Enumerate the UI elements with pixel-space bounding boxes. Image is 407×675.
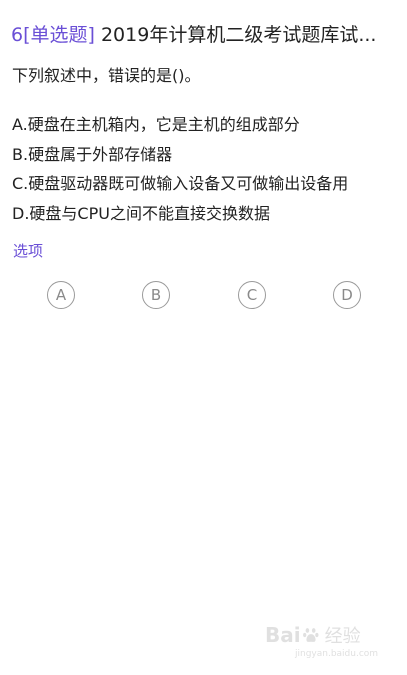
answer-button-d[interactable]: D bbox=[333, 281, 361, 309]
answer-button-c[interactable]: C bbox=[238, 281, 266, 309]
option-text-d: D.硬盘与CPU之间不能直接交换数据 bbox=[12, 203, 270, 223]
baidu-jingyan-watermark: Bai 经验 jingyan.baidu.com bbox=[265, 620, 400, 666]
question-header: 6[单选题] 2019年计算机二级考试题库试... bbox=[11, 22, 399, 48]
answer-section-label: 选项 bbox=[13, 242, 44, 260]
baidu-paw-icon bbox=[302, 628, 319, 642]
question-title: 2019年计算机二级考试题库试... bbox=[100, 24, 377, 46]
option-text-c: C.硬盘驱动器既可做输入设备又可做输出设备用 bbox=[12, 174, 349, 193]
answer-choices: A B C D bbox=[0, 281, 407, 311]
option-text-b: B.硬盘属于外部存储器 bbox=[12, 144, 173, 164]
question-stem: 下列叙述中，错误的是()。 bbox=[12, 66, 201, 85]
answer-button-a[interactable]: A bbox=[47, 281, 75, 309]
watermark-brand: Bai 经验 bbox=[265, 622, 361, 648]
watermark-brand-right: 经验 bbox=[324, 626, 361, 647]
option-list: A.硬盘在主机箱内，它是主机的组成部分 B.硬盘属于外部存储器 C.硬盘驱动器既… bbox=[12, 110, 348, 228]
watermark-brand-left: Bai bbox=[265, 623, 301, 647]
question-type-label: [单选题] bbox=[23, 24, 95, 46]
option-text-a: A.硬盘在主机箱内，它是主机的组成部分 bbox=[12, 115, 300, 134]
question-number: 6 bbox=[11, 24, 24, 46]
answer-button-b[interactable]: B bbox=[142, 281, 170, 309]
watermark-url: jingyan.baidu.com bbox=[295, 649, 379, 659]
